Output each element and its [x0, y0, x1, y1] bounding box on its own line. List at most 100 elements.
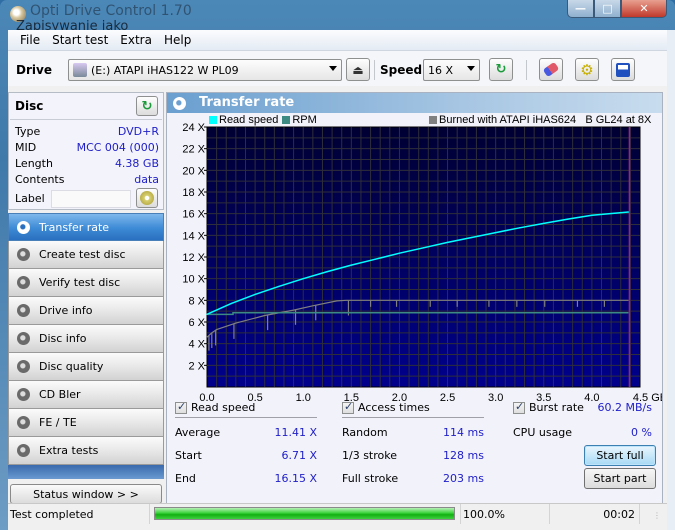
field-label: MID — [15, 141, 37, 154]
read-speed-point — [254, 293, 256, 295]
read-speed-point — [591, 214, 593, 216]
nav-disc-quality[interactable]: Disc quality — [8, 353, 164, 381]
fe-te-icon — [17, 416, 30, 429]
nav-disc-info[interactable]: Disc info — [8, 325, 164, 353]
transfer-rate-icon — [17, 221, 30, 234]
read-speed-point — [471, 236, 473, 239]
read-speed-point — [422, 247, 425, 249]
read-speed-point — [615, 212, 617, 214]
disc-contents-value: data — [134, 173, 159, 186]
nav-create-test-disc[interactable]: Create test disc — [8, 241, 164, 269]
disc-label-button[interactable] — [136, 188, 158, 208]
nav-label: Verify test disc — [39, 276, 121, 289]
progress-fill — [155, 508, 454, 519]
read-speed-checkbox[interactable]: Read speed — [175, 400, 256, 414]
disc-quality-icon — [17, 360, 30, 373]
disc-length-value: 4.38 GB — [114, 157, 159, 170]
read-speed-point — [230, 302, 232, 305]
eject-icon: ⏏ — [352, 62, 364, 77]
verify-disc-icon — [17, 276, 30, 289]
field-label: Length — [15, 157, 53, 170]
start-full-button[interactable]: Start full — [584, 445, 656, 466]
nav-label: CD Bler — [39, 388, 81, 401]
extra-tests-icon — [17, 444, 30, 457]
read-speed-point — [446, 241, 449, 243]
chevron-down-icon — [329, 66, 337, 71]
resize-grip-icon[interactable]: ⋮ — [653, 511, 661, 520]
read-speed-point — [206, 313, 208, 315]
status-bar: Test completed 100.0% 00:02 ⋮ — [8, 503, 667, 524]
field-label: Contents — [15, 173, 65, 186]
left-panel: Disc ↻ Type DVD+R MID MCC 004 (000) Leng… — [8, 92, 164, 512]
disc-icon — [140, 191, 154, 205]
nav-cd-bler[interactable]: CD Bler — [8, 381, 164, 409]
start-part-button[interactable]: Start part — [584, 468, 656, 489]
disc-label-input[interactable] — [51, 190, 131, 208]
read-speed-point — [627, 211, 630, 213]
save-button[interactable] — [611, 58, 635, 81]
toolbar: Drive (E:) ATAPI iHAS122 W PL09 ⏏ Speed … — [8, 50, 667, 86]
menu-bar: File Start test Extra Help — [8, 30, 667, 50]
refresh-button[interactable]: ↻ — [489, 58, 513, 81]
y-tick-label: 4 X — [188, 339, 205, 351]
chevron-down-icon — [467, 66, 475, 71]
burst-rate-checkbox[interactable]: Burst rate — [513, 400, 584, 414]
y-tick-label: 10 X — [182, 274, 205, 286]
disc-refresh-button[interactable]: ↻ — [136, 96, 158, 116]
nav-extra-tests[interactable]: Extra tests — [8, 437, 164, 465]
settings-button[interactable]: ⚙ — [575, 58, 599, 81]
status-window-button[interactable]: Status window > > — [10, 484, 162, 504]
burst-rate-value: 60.2 MB/s — [597, 401, 652, 414]
third-stroke-label: 1/3 stroke — [342, 449, 397, 462]
nav-transfer-rate[interactable]: Transfer rate — [8, 213, 164, 241]
speed-select[interactable]: 16 X — [423, 59, 480, 81]
progress-bar — [154, 507, 455, 520]
menu-help[interactable]: Help — [158, 33, 197, 47]
save-icon — [616, 62, 630, 77]
toolbar-separator — [526, 60, 527, 80]
disc-mid-value: MCC 004 (000) — [76, 141, 159, 154]
disc-info-icon — [17, 332, 30, 345]
minimize-icon: — — [575, 2, 586, 15]
transfer-rate-icon — [173, 97, 186, 110]
erase-icon — [542, 61, 560, 78]
speed-value: 16 X — [428, 63, 454, 77]
field-label: Type — [15, 125, 41, 138]
erase-button[interactable] — [539, 58, 563, 81]
end-value: 16.15 X — [274, 472, 317, 485]
nav-fe-te[interactable]: FE / TE — [8, 409, 164, 437]
nav-label: Create test disc — [39, 248, 126, 261]
read-speed-point — [326, 271, 328, 273]
disc-length-row: Length 4.38 GB — [15, 157, 159, 170]
background-window-edge — [667, 30, 675, 530]
menu-start-test[interactable]: Start test — [46, 33, 114, 47]
nav-label: FE / TE — [39, 416, 77, 429]
refresh-icon: ↻ — [141, 98, 153, 114]
read-speed-point — [374, 258, 376, 260]
burst-rate-label: Burst rate — [529, 401, 584, 414]
label-field-label: Label — [15, 192, 45, 205]
eject-button[interactable]: ⏏ — [346, 58, 370, 81]
drive-select[interactable]: (E:) ATAPI iHAS122 W PL09 — [68, 59, 342, 81]
panel-header: Transfer rate — [167, 93, 662, 113]
y-tick-label: 2 X — [188, 360, 205, 372]
client-area: File Start test Extra Help Drive (E:) AT… — [8, 30, 667, 530]
read-speed-point — [567, 218, 569, 220]
nav-drive-info[interactable]: Drive info — [8, 297, 164, 325]
menu-file[interactable]: File — [14, 33, 46, 47]
full-stroke-value: 203 ms — [443, 472, 484, 485]
access-times-checkbox[interactable]: Access times — [342, 400, 430, 414]
disc-title: Disc — [15, 99, 44, 113]
read-speed-label: Read speed — [191, 401, 256, 414]
maximize-button[interactable]: □ — [594, 0, 621, 18]
disc-info-box: Disc ↻ Type DVD+R MID MCC 004 (000) Leng… — [8, 92, 164, 210]
close-button[interactable]: ✕ — [621, 0, 667, 18]
minimize-button[interactable]: — — [567, 0, 594, 18]
drive-value: (E:) ATAPI iHAS122 W PL09 — [91, 63, 239, 77]
full-stroke-label: Full stroke — [342, 472, 399, 485]
toolbar-separator — [374, 60, 375, 80]
cpu-usage-value: 0 % — [631, 426, 652, 439]
read-speed-point — [495, 232, 497, 234]
menu-extra[interactable]: Extra — [114, 33, 158, 47]
nav-verify-test-disc[interactable]: Verify test disc — [8, 269, 164, 297]
